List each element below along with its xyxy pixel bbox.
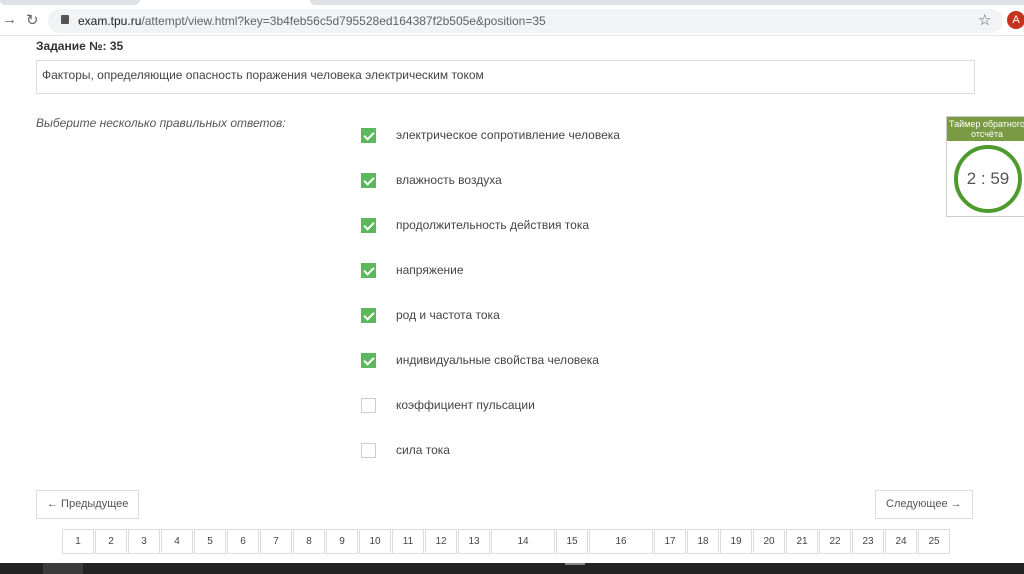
answer-label: влажность воздуха xyxy=(396,173,502,187)
page-button[interactable]: 4 xyxy=(161,529,193,554)
page-button[interactable]: 1 xyxy=(62,529,94,554)
page-button[interactable]: 24 xyxy=(885,529,917,554)
answer-checkbox[interactable] xyxy=(361,217,376,233)
page-button[interactable]: 8 xyxy=(293,529,325,554)
page-button[interactable]: 14 xyxy=(491,529,555,554)
answer-hint: Выберите несколько правильных ответов: xyxy=(36,116,286,130)
answer-label: род и частота тока xyxy=(396,308,500,322)
timer-value: 2 : 59 xyxy=(954,145,1022,213)
answer-label: электрическое сопротивление человека xyxy=(396,128,620,142)
page-button[interactable]: 19 xyxy=(720,529,752,554)
url-text: exam.tpu.ru/attempt/view.html?key=3b4feb… xyxy=(78,14,546,28)
answer-option[interactable]: влажность воздуха xyxy=(361,171,502,189)
answer-option[interactable]: индивидуальные свойства человека xyxy=(361,351,599,369)
page-button[interactable]: 5 xyxy=(194,529,226,554)
page-button[interactable]: 11 xyxy=(392,529,424,554)
countdown-timer: Таймер обратного отсчёта 2 : 59 xyxy=(946,116,1024,217)
browser-tab[interactable] xyxy=(0,0,140,5)
browser-tab[interactable] xyxy=(310,0,1024,5)
answer-label: индивидуальные свойства человека xyxy=(396,353,599,367)
page-button[interactable]: 7 xyxy=(260,529,292,554)
bookmark-star-icon[interactable]: ☆ xyxy=(978,11,991,29)
question-pager: 1 2 3 4 5 6 7 8 9 10 11 12 13 14 15 16 17 18 19 20 21 22 23 24 2… xyxy=(62,529,950,554)
answer-option[interactable]: напряжение xyxy=(361,261,464,279)
page-button[interactable]: 18 xyxy=(687,529,719,554)
answer-option[interactable]: продолжительность действия тока xyxy=(361,216,589,234)
page-button[interactable]: 16 xyxy=(589,529,653,554)
page-button[interactable]: 2 xyxy=(95,529,127,554)
page-button[interactable]: 23 xyxy=(852,529,884,554)
page-button[interactable]: 17 xyxy=(654,529,686,554)
page-button[interactable]: 9 xyxy=(326,529,358,554)
avatar[interactable]: A xyxy=(1007,11,1024,29)
page-button[interactable]: 15 xyxy=(556,529,588,554)
answer-checkbox[interactable] xyxy=(361,352,376,368)
page-button[interactable]: 6 xyxy=(227,529,259,554)
forward-icon[interactable]: → xyxy=(2,11,17,28)
page-button[interactable]: 20 xyxy=(753,529,785,554)
answer-checkbox[interactable] xyxy=(361,442,376,458)
answer-option[interactable]: коэффициент пульсации xyxy=(361,396,535,414)
timer-title: Таймер обратного отсчёта xyxy=(947,117,1024,141)
answer-checkbox[interactable] xyxy=(361,127,376,143)
next-button[interactable]: Следующее → xyxy=(875,490,973,519)
previous-button[interactable]: ← Предыдущее xyxy=(36,490,140,519)
task-number: Задание №: 35 xyxy=(36,39,124,53)
page-button[interactable]: 22 xyxy=(819,529,851,554)
os-taskbar xyxy=(0,563,1024,574)
reload-icon[interactable]: ↻ xyxy=(26,11,39,29)
answer-label: продолжительность действия тока xyxy=(396,218,590,232)
lock-icon xyxy=(61,15,69,24)
answer-checkbox[interactable] xyxy=(361,262,376,278)
page-button[interactable]: 25 xyxy=(918,529,950,554)
answer-checkbox[interactable] xyxy=(361,172,376,188)
browser-toolbar: → ↻ exam.tpu.ru/attempt/view.html?key=3b… xyxy=(0,6,1024,36)
page-button[interactable]: 3 xyxy=(128,529,160,554)
page-button[interactable]: 21 xyxy=(786,529,818,554)
answer-label: сила тока xyxy=(396,443,450,457)
answer-option[interactable]: сила тока xyxy=(361,441,450,459)
answer-label: напряжение xyxy=(396,263,464,277)
address-bar[interactable]: exam.tpu.ru/attempt/view.html?key=3b4feb… xyxy=(48,9,1003,33)
page-button[interactable]: 12 xyxy=(425,529,457,554)
answer-checkbox[interactable] xyxy=(361,397,376,413)
question-text: Факторы, определяющие опасность поражени… xyxy=(36,60,975,94)
answer-option[interactable]: род и частота тока xyxy=(361,306,500,324)
answer-checkbox[interactable] xyxy=(361,307,376,323)
answer-label: коэффициент пульсации xyxy=(396,398,535,412)
page-button[interactable]: 10 xyxy=(359,529,391,554)
answer-option[interactable]: электрическое сопротивление человека xyxy=(361,126,620,144)
page-button[interactable]: 13 xyxy=(458,529,490,554)
